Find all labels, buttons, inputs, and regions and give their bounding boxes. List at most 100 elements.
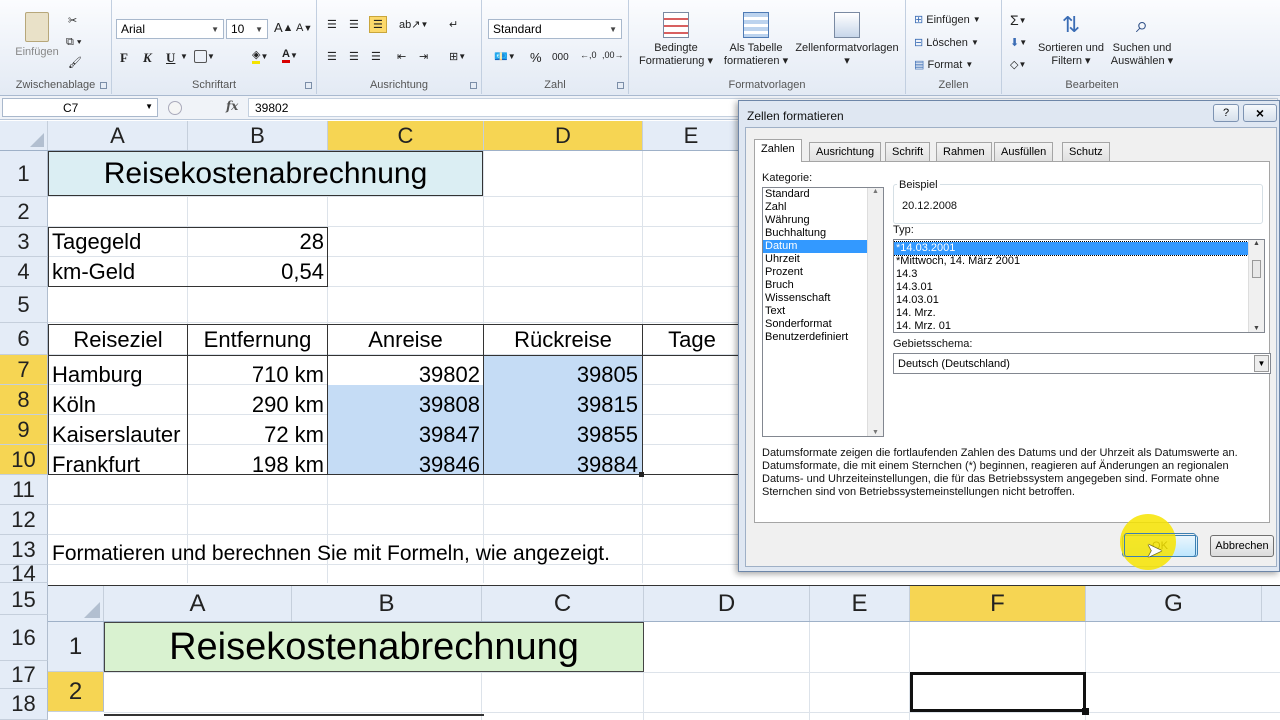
column-header-d[interactable]: D (484, 121, 643, 150)
percent-button[interactable]: % (530, 50, 542, 65)
align-top-icon[interactable]: ☰ (327, 18, 337, 31)
embedded-column-c[interactable]: C (482, 586, 644, 621)
cell-ziel-3[interactable]: Kaiserslauter (52, 420, 186, 450)
instruction-text[interactable]: Formatieren und berechnen Sie mit Formel… (52, 539, 742, 569)
column-header-a[interactable]: A (48, 121, 188, 150)
ok-button[interactable]: OK (1122, 535, 1198, 557)
cut-icon[interactable]: ✂ (68, 14, 77, 27)
insert-function-button[interactable]: fx (226, 99, 238, 113)
currency-icon[interactable]: 💶 ▼ (494, 50, 516, 63)
cell-anreise-3[interactable]: 39847 (330, 420, 480, 450)
scroll-down-icon[interactable]: ▼ (868, 429, 883, 436)
align-right-icon[interactable]: ☰ (371, 50, 381, 63)
category-item[interactable]: Text (763, 305, 883, 318)
bold-button[interactable]: F (120, 50, 128, 66)
number-launcher[interactable] (617, 82, 624, 89)
thousands-button[interactable]: 000 (552, 52, 569, 63)
cell-ziel-2[interactable]: Köln (52, 390, 186, 420)
type-item[interactable]: 14. Mrz. 01 (894, 320, 1264, 332)
column-header-c[interactable]: C (328, 121, 484, 150)
row-header-15[interactable]: 15 (0, 585, 48, 615)
category-item[interactable]: Uhrzeit (763, 253, 883, 266)
alignment-launcher[interactable] (470, 82, 477, 89)
header-entfernung[interactable]: Entfernung (187, 324, 328, 356)
embedded-column-a[interactable]: A (104, 586, 292, 621)
format-painter-icon[interactable]: 🖌 (68, 56, 82, 69)
header-anreise[interactable]: Anreise (327, 324, 484, 356)
row-header-8[interactable]: 8 (0, 385, 48, 415)
merge-center-icon[interactable]: ⊞ ▼ (449, 50, 466, 63)
embedded-select-all[interactable] (48, 586, 104, 621)
category-item[interactable]: Standard (763, 188, 883, 201)
embedded-column-g[interactable]: G (1086, 586, 1262, 621)
type-item[interactable]: 14.3 (894, 268, 1264, 281)
embedded-active-cell[interactable] (910, 672, 1086, 712)
tab-zahlen[interactable]: Zahlen (754, 139, 802, 162)
row-header-7[interactable]: 7 (0, 355, 48, 385)
embedded-row-2[interactable]: 2 (48, 672, 104, 712)
font-launcher[interactable] (305, 82, 312, 89)
header-rueckreise[interactable]: Rückreise (483, 324, 643, 356)
increase-decimal-icon[interactable]: ←,0 (580, 50, 597, 60)
row-header-3[interactable]: 3 (0, 227, 48, 257)
row-header-18[interactable]: 18 (0, 689, 48, 720)
scroll-thumb[interactable] (1252, 260, 1261, 278)
cell-ziel-1[interactable]: Hamburg (52, 360, 186, 390)
cell-rueckreise-2[interactable]: 39815 (486, 390, 638, 420)
border-icon[interactable]: ▼ (194, 50, 215, 63)
shrink-font-button[interactable]: A ▼ (296, 22, 312, 34)
embedded-column-b[interactable]: B (292, 586, 482, 621)
wrap-text-icon[interactable]: ↵ (449, 18, 458, 31)
tab-ausfuellen[interactable]: Ausfüllen (994, 142, 1054, 161)
cell-anreise-2[interactable]: 39808 (330, 390, 480, 420)
type-item[interactable]: 14. Mrz. (894, 307, 1264, 320)
title-cell[interactable]: Reisekostenabrechnung (48, 151, 483, 196)
category-item[interactable]: Währung (763, 214, 883, 227)
embedded-column-e[interactable]: E (810, 586, 910, 621)
embedded-column-f[interactable]: F (910, 586, 1086, 621)
cancel-button[interactable]: Abbrechen (1210, 535, 1274, 557)
align-left-icon[interactable]: ☰ (327, 50, 337, 63)
row-header-14[interactable]: 14 (0, 561, 48, 583)
cell-styles-button[interactable]: Zellenformatvorlagen ▾ (791, 12, 903, 68)
clipboard-launcher[interactable] (100, 82, 107, 89)
embedded-row-1[interactable]: 1 (48, 622, 104, 672)
help-button[interactable]: ? (1213, 104, 1239, 122)
copy-icon[interactable]: ⧉ ▾ (66, 36, 82, 49)
find-select-button[interactable]: ⌕ Suchen und Auswählen ▾ (1106, 12, 1178, 68)
type-scrollbar[interactable]: ▲ ▼ (1248, 240, 1264, 332)
grow-font-button[interactable]: A ▲ (274, 20, 293, 35)
category-item[interactable]: Prozent (763, 266, 883, 279)
category-scrollbar[interactable]: ▲ ▼ (867, 188, 883, 436)
type-item[interactable]: *Mittwoch, 14. März 2001 (894, 255, 1264, 268)
increase-indent-icon[interactable]: ⇥ (419, 50, 428, 63)
autosum-button[interactable]: Σ ▼ (1010, 12, 1027, 28)
cell-entf-2[interactable]: 290 km (190, 390, 324, 420)
embedded-fill-handle[interactable] (1082, 708, 1089, 715)
type-item[interactable]: 14.3.01 (894, 281, 1264, 294)
sort-filter-button[interactable]: ⇅ Sortieren und Filtern ▾ (1036, 12, 1106, 68)
underline-button[interactable]: U (166, 50, 175, 66)
column-header-e[interactable]: E (643, 121, 740, 150)
fill-color-icon[interactable]: ◈ ▼ (252, 48, 268, 64)
fill-icon[interactable]: ⬇ ▼ (1010, 36, 1027, 49)
formula-bar-handle[interactable] (168, 101, 182, 115)
conditional-formatting-button[interactable]: Bedingte Formatierung ▾ (635, 12, 717, 68)
decrease-indent-icon[interactable]: ⇤ (397, 50, 406, 63)
row-header-5[interactable]: 5 (0, 287, 48, 323)
row-header-10[interactable]: 10 (0, 445, 48, 475)
font-name-select[interactable]: Arial ▼ (116, 19, 224, 39)
category-item[interactable]: Sonderformat (763, 318, 883, 331)
font-color-icon[interactable]: A ▼ (282, 48, 298, 63)
select-all-corner[interactable] (0, 121, 48, 150)
header-reiseziel[interactable]: Reiseziel (48, 324, 188, 356)
row-header-12[interactable]: 12 (0, 505, 48, 535)
category-item[interactable]: Benutzerdefiniert (763, 331, 883, 344)
cell-rueckreise-1[interactable]: 39805 (486, 360, 638, 390)
row-header-11[interactable]: 11 (0, 475, 48, 505)
cell-rueckreise-3[interactable]: 39855 (486, 420, 638, 450)
align-middle-icon[interactable]: ☰ (349, 18, 359, 31)
cell-entf-1[interactable]: 710 km (190, 360, 324, 390)
category-item-selected[interactable]: Datum (763, 240, 883, 253)
locale-select[interactable]: Deutsch (Deutschland) ▼ (893, 353, 1271, 374)
